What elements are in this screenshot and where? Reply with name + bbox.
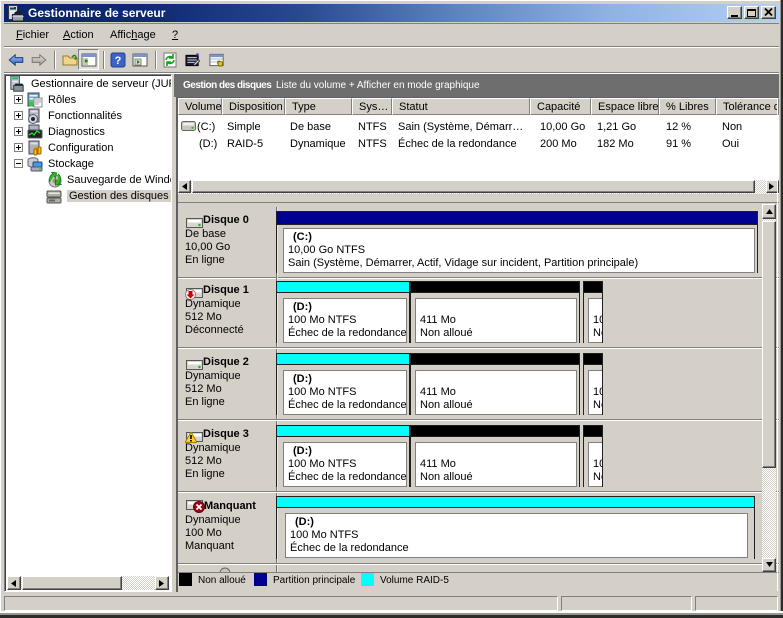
svg-text:?: ? xyxy=(115,55,122,67)
